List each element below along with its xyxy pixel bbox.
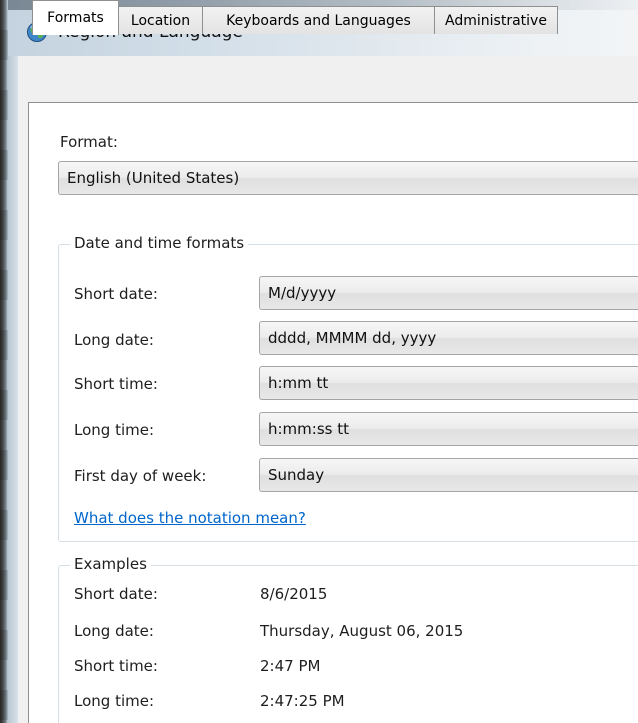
long-date-format-label: Long date:: [74, 331, 154, 349]
long-time-format-label: Long time:: [74, 421, 155, 439]
short-time-format-label: Short time:: [74, 375, 158, 393]
example-long-date-value: Thursday, August 06, 2015: [260, 622, 464, 640]
tab-keyboards-and-languages[interactable]: Keyboards and Languages: [202, 6, 435, 34]
example-long-time-label: Long time:: [74, 692, 155, 710]
tab-administrative[interactable]: Administrative: [434, 6, 558, 34]
tab-location[interactable]: Location: [118, 6, 203, 34]
window-frame-left: [8, 56, 18, 723]
example-short-time-label: Short time:: [74, 657, 158, 675]
example-short-date-label: Short date:: [74, 585, 158, 603]
example-short-date-value: 8/6/2015: [260, 585, 328, 603]
long-date-format-dropdown[interactable]: dddd, MMMM dd, yyyy: [259, 321, 638, 355]
tab-formats[interactable]: Formats: [32, 0, 119, 35]
window-left-edge-shadow: [0, 0, 8, 723]
example-long-date-label: Long date:: [74, 622, 154, 640]
short-date-format-dropdown[interactable]: M/d/yyyy: [259, 276, 638, 310]
long-time-format-dropdown[interactable]: h:mm:ss tt: [259, 412, 638, 446]
format-label: Format:: [60, 133, 118, 151]
examples-title: Examples: [70, 555, 151, 573]
first-day-of-week-dropdown[interactable]: Sunday: [259, 458, 638, 492]
short-date-format-label: Short date:: [74, 285, 158, 303]
date-time-formats-title: Date and time formats: [70, 234, 249, 252]
example-short-time-value: 2:47 PM: [260, 657, 321, 675]
format-dropdown[interactable]: English (United States): [58, 161, 638, 195]
first-day-of-week-label: First day of week:: [74, 467, 207, 485]
notation-help-link[interactable]: What does the notation mean?: [74, 509, 306, 527]
region-language-window: Region and Language Formats Location Key…: [0, 0, 638, 723]
example-long-time-value: 2:47:25 PM: [260, 692, 345, 710]
short-time-format-dropdown[interactable]: h:mm tt: [259, 366, 638, 400]
